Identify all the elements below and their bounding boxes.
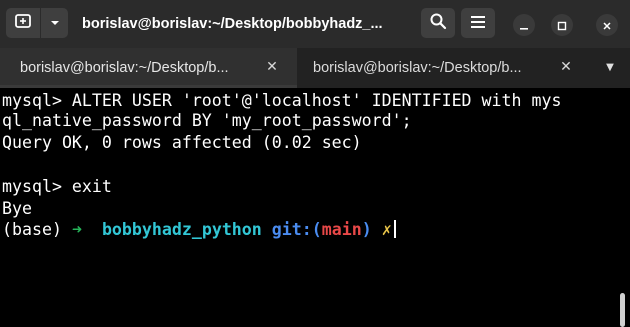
git-dirty-icon: ✗ [381, 220, 392, 239]
conda-env-label: (base) [2, 220, 62, 239]
text-cursor [393, 220, 396, 238]
terminal-line: Query OK, 0 rows affected (0.02 sec) [2, 133, 362, 152]
terminal-line: mysql> exit [2, 177, 112, 196]
maximize-icon [557, 16, 567, 35]
close-button[interactable] [596, 14, 618, 36]
close-icon [602, 16, 612, 35]
search-icon [429, 12, 447, 34]
terminal-line: Bye [2, 199, 32, 218]
search-button[interactable] [421, 8, 455, 38]
terminal-output[interactable]: mysql> ALTER USER 'root'@'localhost' IDE… [0, 88, 630, 327]
minimize-button[interactable] [513, 14, 535, 36]
terminal-scrollbar[interactable] [620, 293, 625, 327]
tab-terminal-2[interactable]: borislav@borislav:~/Desktop/b... ✕ [297, 48, 595, 88]
hamburger-menu-icon [470, 14, 486, 33]
tabs-dropdown-button[interactable]: ▼ [600, 60, 620, 76]
new-tab-icon [14, 12, 32, 34]
tab-terminal-1[interactable]: borislav@borislav:~/Desktop/b... ✕ [0, 48, 297, 88]
minimize-icon [519, 16, 529, 35]
tab-close-icon[interactable]: ✕ [557, 58, 575, 76]
terminal-line: mysql> ALTER USER 'root'@'localhost' IDE… [2, 91, 562, 110]
chevron-down-icon [49, 14, 61, 33]
new-tab-button[interactable] [6, 8, 40, 38]
git-label-close: ) [361, 220, 372, 239]
tab-options-button[interactable] [40, 8, 68, 38]
git-branch: main [321, 220, 362, 239]
header-bar: borislav@borislav:~/Desktop/bobbyhadz_..… [0, 0, 630, 48]
git-label: git:( [271, 220, 322, 239]
tab-close-icon[interactable]: ✕ [263, 58, 281, 76]
chevron-down-icon: ▼ [606, 62, 614, 73]
shell-prompt: (base) ➜ bobbyhadz_python git:(main) ✗ [2, 219, 396, 241]
tab-label: borislav@borislav:~/Desktop/b... [20, 60, 229, 76]
prompt-arrow-icon: ➜ [71, 220, 82, 239]
prompt-directory: bobbyhadz_python [101, 220, 262, 239]
terminal-line: ql_native_password BY 'my_root_password'… [2, 111, 412, 130]
maximize-button[interactable] [551, 14, 573, 36]
main-menu-button[interactable] [461, 8, 495, 38]
tab-label: borislav@borislav:~/Desktop/b... [313, 60, 522, 76]
window-title: borislav@borislav:~/Desktop/bobbyhadz_..… [82, 16, 383, 32]
tab-bar: borislav@borislav:~/Desktop/b... ✕ boris… [0, 48, 630, 88]
